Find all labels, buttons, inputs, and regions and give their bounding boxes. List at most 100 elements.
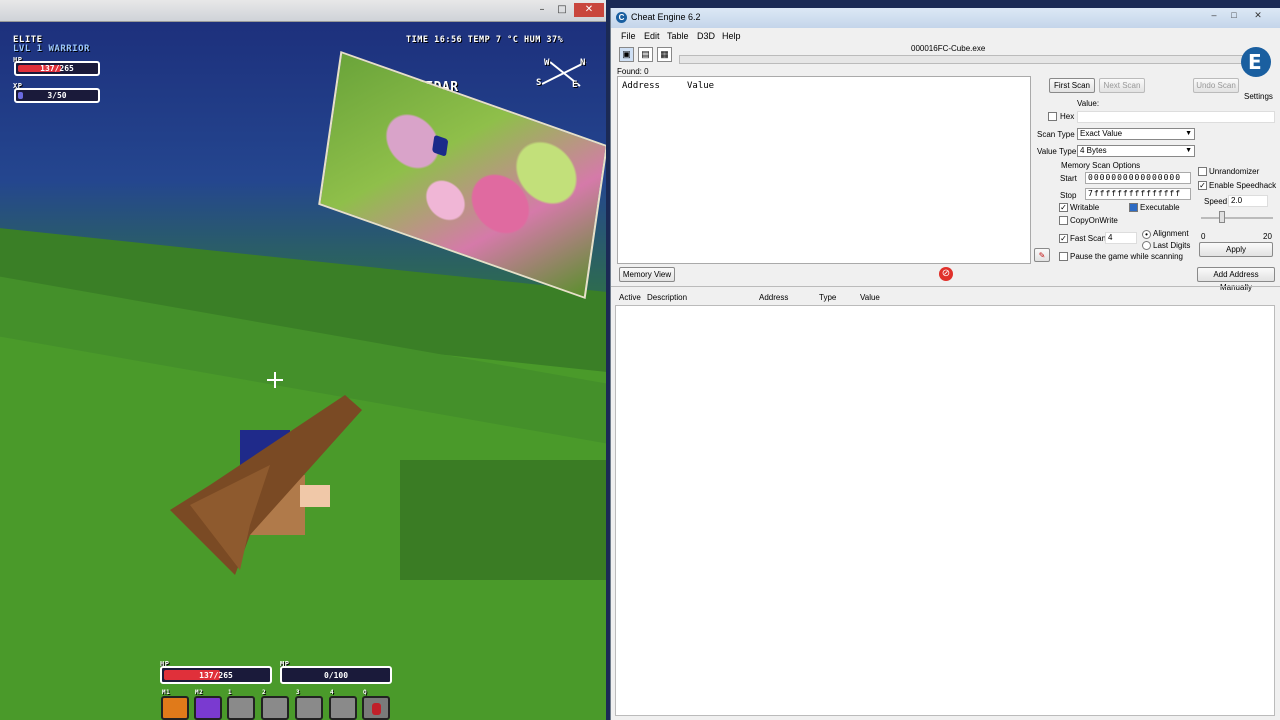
memory-view-button[interactable]: Memory View <box>619 267 675 282</box>
value-input[interactable] <box>1077 111 1275 123</box>
scan-results-list[interactable]: Address Value <box>617 76 1031 264</box>
alignment-radio[interactable]: • <box>1142 230 1151 239</box>
value-type-select[interactable]: 4 Bytes ▼ <box>1077 145 1195 157</box>
menu-help[interactable]: Help <box>722 31 741 41</box>
player-marker <box>431 134 449 157</box>
col-value[interactable]: Value <box>687 81 714 91</box>
game-window[interactable]: – □ ✕ ELITE LVL 1 WARRIOR HP 137/265 XP … <box>0 0 606 720</box>
menu-table[interactable]: Table <box>667 31 689 41</box>
undo-scan-button[interactable]: Undo Scan <box>1193 78 1239 93</box>
maximize-button[interactable]: □ <box>552 3 572 17</box>
speedhack-label: Enable Speedhack <box>1209 181 1277 190</box>
speed-input[interactable]: 2.0 <box>1228 195 1268 207</box>
cheat-table-header: Active Description Address Type Value <box>615 290 1275 304</box>
chevron-down-icon: ▼ <box>1185 147 1192 154</box>
stop-label: Stop <box>1060 191 1077 200</box>
hotbar-slot-4[interactable] <box>329 696 357 720</box>
slot-label-m1: M1 <box>162 689 171 696</box>
col-value-table[interactable]: Value <box>860 293 880 302</box>
scan-type-value: Exact Value <box>1080 129 1123 138</box>
minimize-button[interactable]: – <box>532 3 552 17</box>
ce-close-button[interactable]: ✕ <box>1249 10 1267 22</box>
writable-label: Writable <box>1070 203 1100 212</box>
warrior-with-club-icon <box>170 395 362 575</box>
hotbar-slot-1[interactable] <box>227 696 255 720</box>
hex-checkbox[interactable] <box>1048 112 1057 121</box>
fast-scan-label: Fast Scan <box>1070 234 1107 243</box>
ce-window-title: Cheat Engine 6.2 <box>631 12 701 22</box>
value-type-label: Value Type <box>1037 147 1077 156</box>
slider-max-label: 20 <box>1263 232 1272 241</box>
memory-scan-options-label: Memory Scan Options <box>1061 161 1141 170</box>
cheat-table[interactable] <box>615 305 1275 716</box>
bottom-hp-value: 137/265 <box>199 671 233 680</box>
ce-maximize-button[interactable]: □ <box>1225 10 1243 22</box>
unrandomizer-label: Unrandomizer <box>1209 167 1260 176</box>
hotbar-slot-2[interactable] <box>261 696 289 720</box>
settings-label[interactable]: Settings <box>1244 92 1273 101</box>
slot-label-m2: M2 <box>195 689 204 696</box>
open-process-icon[interactable]: ▣ <box>619 47 634 62</box>
add-address-button[interactable]: Add Address Manually <box>1197 267 1275 292</box>
writable-checkbox[interactable]: ✓ <box>1059 203 1068 212</box>
hotbar-slot-m1[interactable] <box>161 696 189 720</box>
next-scan-button[interactable]: Next Scan <box>1099 78 1145 93</box>
col-type[interactable]: Type <box>819 293 836 302</box>
close-button[interactable]: ✕ <box>574 3 604 17</box>
settings-logo[interactable]: E <box>1239 44 1273 82</box>
stop-address-input[interactable]: 7fffffffffffffff <box>1085 188 1191 200</box>
executable-label: Executable <box>1140 203 1180 212</box>
alignment-label: Alignment <box>1153 229 1189 238</box>
scan-type-label: Scan Type <box>1037 130 1075 139</box>
col-address-table[interactable]: Address <box>759 293 788 302</box>
col-description[interactable]: Description <box>647 293 687 302</box>
found-count: Found: 0 <box>617 67 649 76</box>
cheat-engine-settings-icon: E <box>1241 47 1271 77</box>
fast-scan-checkbox[interactable]: ✓ <box>1059 234 1068 243</box>
slot-label-2: 2 <box>262 689 267 696</box>
menu-edit[interactable]: Edit <box>644 31 660 41</box>
open-file-icon[interactable]: ▤ <box>638 47 653 62</box>
hotbar-slot-3[interactable] <box>295 696 323 720</box>
cheat-engine-logo-icon: C <box>616 12 627 23</box>
level-class-label: LVL 1 WARRIOR <box>13 44 90 54</box>
clear-icon[interactable]: ✎ <box>1034 248 1050 262</box>
last-digits-radio[interactable] <box>1142 241 1151 250</box>
pause-game-checkbox[interactable] <box>1059 252 1068 261</box>
hp-value: 137/265 <box>40 64 74 73</box>
scan-type-select[interactable]: Exact Value ▼ <box>1077 128 1195 140</box>
hotbar-slot-m2[interactable] <box>194 696 222 720</box>
xp-value: 3/50 <box>47 91 67 100</box>
unrandomizer-checkbox[interactable] <box>1198 167 1207 176</box>
compass-south: S <box>536 78 542 88</box>
menu-file[interactable]: File <box>621 31 636 41</box>
start-address-input[interactable]: 0000000000000000 <box>1085 172 1191 184</box>
potion-icon <box>372 703 381 715</box>
menu-d3d[interactable]: D3D <box>697 31 715 41</box>
stop-icon[interactable]: ⊘ <box>939 267 953 281</box>
copyonwrite-label: CopyOnWrite <box>1070 216 1118 225</box>
process-name: 000016FC-Cube.exe <box>911 44 986 53</box>
apply-button[interactable]: Apply <box>1199 242 1273 257</box>
svg-text:E: E <box>1248 50 1262 74</box>
hp-bar: 137/265 <box>14 61 100 76</box>
hotbar-slot-q[interactable] <box>362 696 390 720</box>
compass-west: W <box>544 58 550 68</box>
fast-scan-input[interactable]: 4 <box>1105 232 1137 244</box>
speed-slider-thumb[interactable] <box>1219 211 1225 223</box>
bottom-mp-value: 0/100 <box>323 671 349 680</box>
first-scan-button[interactable]: First Scan <box>1049 78 1095 93</box>
col-address[interactable]: Address <box>622 81 660 91</box>
player-character <box>170 385 370 585</box>
speed-slider-track[interactable] <box>1201 217 1273 219</box>
ce-minimize-button[interactable]: – <box>1205 10 1223 22</box>
executable-checkbox[interactable] <box>1129 203 1138 212</box>
slot-label-4: 4 <box>330 689 335 696</box>
save-icon[interactable]: ▦ <box>657 47 672 62</box>
bottom-hp-bar: 137/265 <box>160 666 272 684</box>
copyonwrite-checkbox[interactable] <box>1059 216 1068 225</box>
speedhack-checkbox[interactable]: ✓ <box>1198 181 1207 190</box>
compass-east: E <box>572 80 578 90</box>
col-active[interactable]: Active <box>619 293 641 302</box>
compass-north: N <box>580 58 586 68</box>
